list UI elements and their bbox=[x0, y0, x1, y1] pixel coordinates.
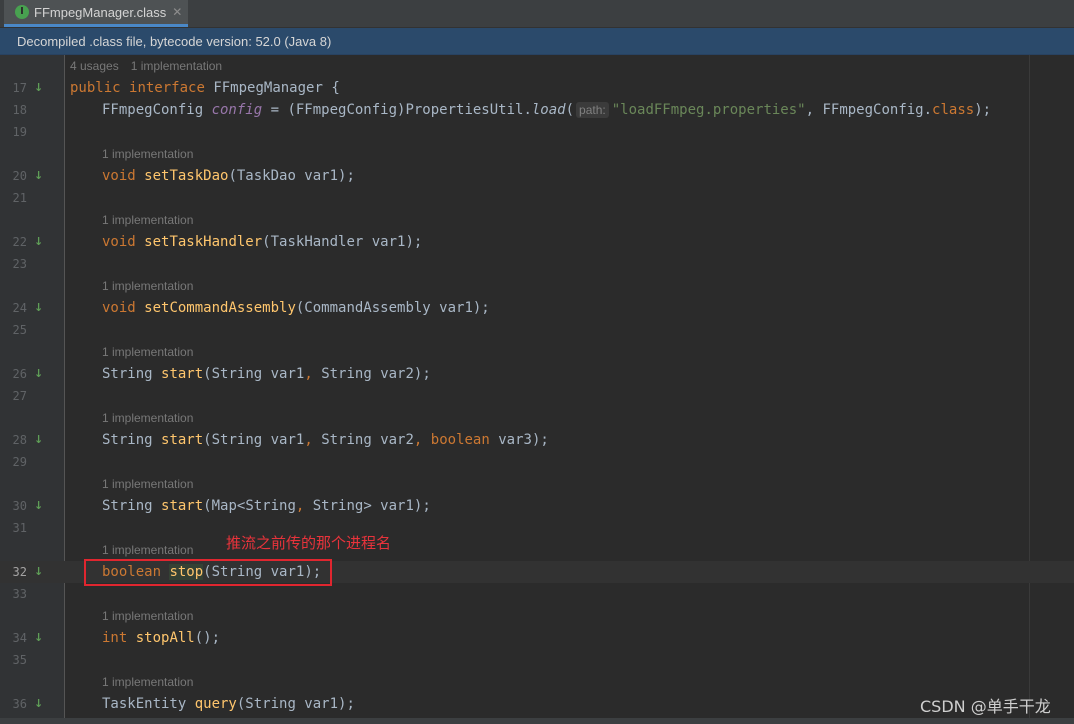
line-number: 17 bbox=[12, 81, 27, 95]
implementation-hint[interactable]: 1 implementation bbox=[102, 209, 193, 231]
implementation-hint[interactable]: 1 implementation bbox=[102, 671, 193, 693]
annotation-highlight-box bbox=[84, 559, 332, 586]
line-number: 18 bbox=[12, 103, 27, 117]
code-line: 21 bbox=[0, 187, 1074, 209]
implemented-down-arrow-icon[interactable]: ↓ bbox=[34, 631, 48, 645]
code-text: TaskEntity query(String var1); bbox=[102, 696, 355, 712]
line-number: 35 bbox=[12, 653, 27, 667]
implemented-down-arrow-icon[interactable]: ↓ bbox=[34, 235, 48, 249]
code-line: 36 ↓ TaskEntity query(String var1); bbox=[0, 693, 1074, 715]
code-line: 23 bbox=[0, 253, 1074, 275]
code-text: void setTaskDao(TaskDao var1); bbox=[102, 168, 355, 184]
code-text: void setTaskHandler(TaskHandler var1); bbox=[102, 234, 423, 250]
csdn-watermark: CSDN @单手干龙 bbox=[920, 697, 1051, 716]
line-number: 29 bbox=[12, 455, 27, 469]
line-number: 28 bbox=[12, 433, 27, 447]
code-line: 18 FFmpegConfig config = (FFmpegConfig)P… bbox=[0, 99, 1074, 121]
implemented-down-arrow-icon[interactable]: ↓ bbox=[34, 301, 48, 315]
implemented-down-arrow-icon[interactable]: ↓ bbox=[34, 367, 48, 381]
hint-row: 1 implementation bbox=[0, 341, 1074, 363]
implementation-hint[interactable]: 1 implementation bbox=[131, 59, 222, 73]
close-icon[interactable]: ✕ bbox=[172, 5, 182, 19]
line-number: 31 bbox=[12, 521, 27, 535]
line-number: 20 bbox=[12, 169, 27, 183]
interface-icon: I bbox=[15, 5, 29, 19]
line-number: 22 bbox=[12, 235, 27, 249]
code-line: 33 bbox=[0, 583, 1074, 605]
code-line: 30 ↓ String start(Map<String, String> va… bbox=[0, 495, 1074, 517]
implemented-down-arrow-icon[interactable]: ↓ bbox=[34, 697, 48, 711]
code-line: 34 ↓ int stopAll(); bbox=[0, 627, 1074, 649]
code-text: String start(String var1, String var2, b… bbox=[102, 432, 549, 448]
code-text: String start(Map<String, String> var1); bbox=[102, 498, 431, 514]
line-number: 30 bbox=[12, 499, 27, 513]
code-line: 28 ↓ String start(String var1, String va… bbox=[0, 429, 1074, 451]
tab-label: FFmpegManager.class bbox=[34, 4, 167, 20]
code-line: 22 ↓ void setTaskHandler(TaskHandler var… bbox=[0, 231, 1074, 253]
implementation-hint[interactable]: 1 implementation bbox=[102, 473, 193, 495]
hint-row: 1 implementation bbox=[0, 473, 1074, 495]
implementation-hint[interactable]: 1 implementation bbox=[102, 143, 193, 165]
code-line: 25 bbox=[0, 319, 1074, 341]
parameter-name-hint: path: bbox=[576, 102, 609, 118]
code-line: 29 bbox=[0, 451, 1074, 473]
editor-tab-bar: I FFmpegManager.class ✕ bbox=[0, 0, 1074, 28]
code-text: int stopAll(); bbox=[102, 630, 221, 646]
usages-hint[interactable]: 4 usages bbox=[70, 59, 119, 73]
implemented-down-arrow-icon[interactable]: ↓ bbox=[34, 169, 48, 183]
implementation-hint[interactable]: 1 implementation bbox=[102, 539, 193, 561]
hint-row: 1 implementation bbox=[0, 407, 1074, 429]
implemented-down-arrow-icon[interactable]: ↓ bbox=[34, 81, 48, 95]
code-line: 24 ↓ void setCommandAssembly(CommandAsse… bbox=[0, 297, 1074, 319]
line-number: 26 bbox=[12, 367, 27, 381]
code-line: 26 ↓ String start(String var1, String va… bbox=[0, 363, 1074, 385]
implemented-down-arrow-icon[interactable]: ↓ bbox=[34, 499, 48, 513]
code-editor[interactable]: 4 usages 1 implementation 17 ↓ public int… bbox=[0, 55, 1074, 724]
line-number: 33 bbox=[12, 587, 27, 601]
line-number: 36 bbox=[12, 697, 27, 711]
hint-row: 1 implementation bbox=[0, 539, 1074, 561]
code-line: 31 bbox=[0, 517, 1074, 539]
code-line: 35 bbox=[0, 649, 1074, 671]
bottom-status-strip bbox=[0, 718, 1074, 724]
hint-row: 1 implementation bbox=[0, 143, 1074, 165]
implementation-hint[interactable]: 1 implementation bbox=[102, 341, 193, 363]
line-number: 27 bbox=[12, 389, 27, 403]
hint-row: 1 implementation bbox=[0, 605, 1074, 627]
implemented-down-arrow-icon[interactable]: ↓ bbox=[34, 433, 48, 447]
line-number: 25 bbox=[12, 323, 27, 337]
decompiled-info-bar: Decompiled .class file, bytecode version… bbox=[0, 28, 1074, 55]
code-line: 19 bbox=[0, 121, 1074, 143]
code-line: 17 ↓ public interface FFmpegManager { bbox=[0, 77, 1074, 99]
code-text: void setCommandAssembly(CommandAssembly … bbox=[102, 300, 490, 316]
hint-row: 4 usages 1 implementation bbox=[0, 55, 1074, 77]
code-text: String start(String var1, String var2); bbox=[102, 366, 431, 382]
line-number: 24 bbox=[12, 301, 27, 315]
hint-row: 1 implementation bbox=[0, 209, 1074, 231]
hint-row: 1 implementation bbox=[0, 671, 1074, 693]
line-number: 19 bbox=[12, 125, 27, 139]
hint-row: 1 implementation bbox=[0, 275, 1074, 297]
decompiled-info-text: Decompiled .class file, bytecode version… bbox=[17, 33, 332, 49]
code-line: 20 ↓ void setTaskDao(TaskDao var1); bbox=[0, 165, 1074, 187]
code-line: 27 bbox=[0, 385, 1074, 407]
code-text: public interface FFmpegManager { bbox=[70, 80, 340, 96]
line-number: 34 bbox=[12, 631, 27, 645]
implementation-hint[interactable]: 1 implementation bbox=[102, 275, 193, 297]
line-number: 32 bbox=[12, 565, 27, 579]
annotation-note: 推流之前传的那个进程名 bbox=[226, 534, 392, 552]
implementation-hint[interactable]: 1 implementation bbox=[102, 407, 193, 429]
code-text: FFmpegConfig config = (FFmpegConfig)Prop… bbox=[102, 102, 992, 118]
line-number: 21 bbox=[12, 191, 27, 205]
tab-ffmpegmanager-class[interactable]: I FFmpegManager.class ✕ bbox=[4, 0, 188, 27]
implementation-hint[interactable]: 1 implementation bbox=[102, 605, 193, 627]
line-number: 23 bbox=[12, 257, 27, 271]
implemented-down-arrow-icon[interactable]: ↓ bbox=[34, 565, 48, 579]
